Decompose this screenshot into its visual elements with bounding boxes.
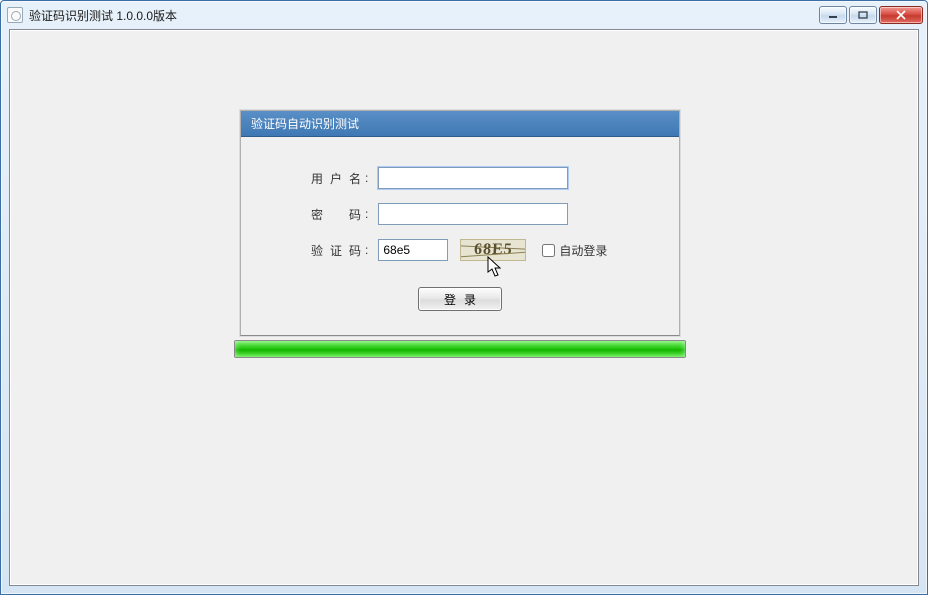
maximize-icon xyxy=(858,11,868,19)
maximize-button[interactable] xyxy=(849,6,877,24)
captcha-input[interactable] xyxy=(378,239,448,261)
login-button[interactable]: 登录 xyxy=(418,287,502,311)
captcha-image-text: 68E5 xyxy=(473,241,513,259)
panel-body: 用户名 : 密 码 : 验证码 : 68E5 xyxy=(241,137,679,335)
username-input[interactable] xyxy=(378,167,568,189)
minimize-button[interactable] xyxy=(819,6,847,24)
progress-fill xyxy=(235,341,685,357)
captcha-label: 验证码 xyxy=(311,242,361,259)
auto-login-wrapper[interactable]: 自动登录 xyxy=(542,242,607,259)
password-input[interactable] xyxy=(378,203,568,225)
login-row: 登录 xyxy=(241,287,679,311)
label-colon: : xyxy=(365,171,368,185)
window-title: 验证码识别测试 1.0.0.0版本 xyxy=(29,7,819,24)
close-button[interactable] xyxy=(879,6,923,24)
username-row: 用户名 : xyxy=(311,167,568,189)
captcha-row: 验证码 : 68E5 自动登录 xyxy=(311,239,607,261)
titlebar[interactable]: 验证码识别测试 1.0.0.0版本 xyxy=(1,1,927,29)
password-label: 密 码 xyxy=(311,206,361,223)
window-controls xyxy=(819,6,923,24)
app-icon xyxy=(7,7,23,23)
progress-bar xyxy=(234,340,686,358)
login-panel: 验证码自动识别测试 用户名 : 密 码 : 验证码 : 6 xyxy=(240,110,680,336)
label-colon: : xyxy=(365,207,368,221)
app-window: 验证码识别测试 1.0.0.0版本 验证码自动识别测试 xyxy=(0,0,928,595)
label-colon: : xyxy=(365,243,368,257)
panel-header: 验证码自动识别测试 xyxy=(241,111,679,137)
minimize-icon xyxy=(828,11,838,19)
username-label: 用户名 xyxy=(311,170,361,187)
captcha-image[interactable]: 68E5 xyxy=(460,239,526,261)
close-icon xyxy=(895,10,907,20)
password-row: 密 码 : xyxy=(311,203,568,225)
auto-login-checkbox[interactable] xyxy=(542,244,555,257)
client-area: 验证码自动识别测试 用户名 : 密 码 : 验证码 : 6 xyxy=(9,29,919,586)
auto-login-label: 自动登录 xyxy=(559,242,607,259)
